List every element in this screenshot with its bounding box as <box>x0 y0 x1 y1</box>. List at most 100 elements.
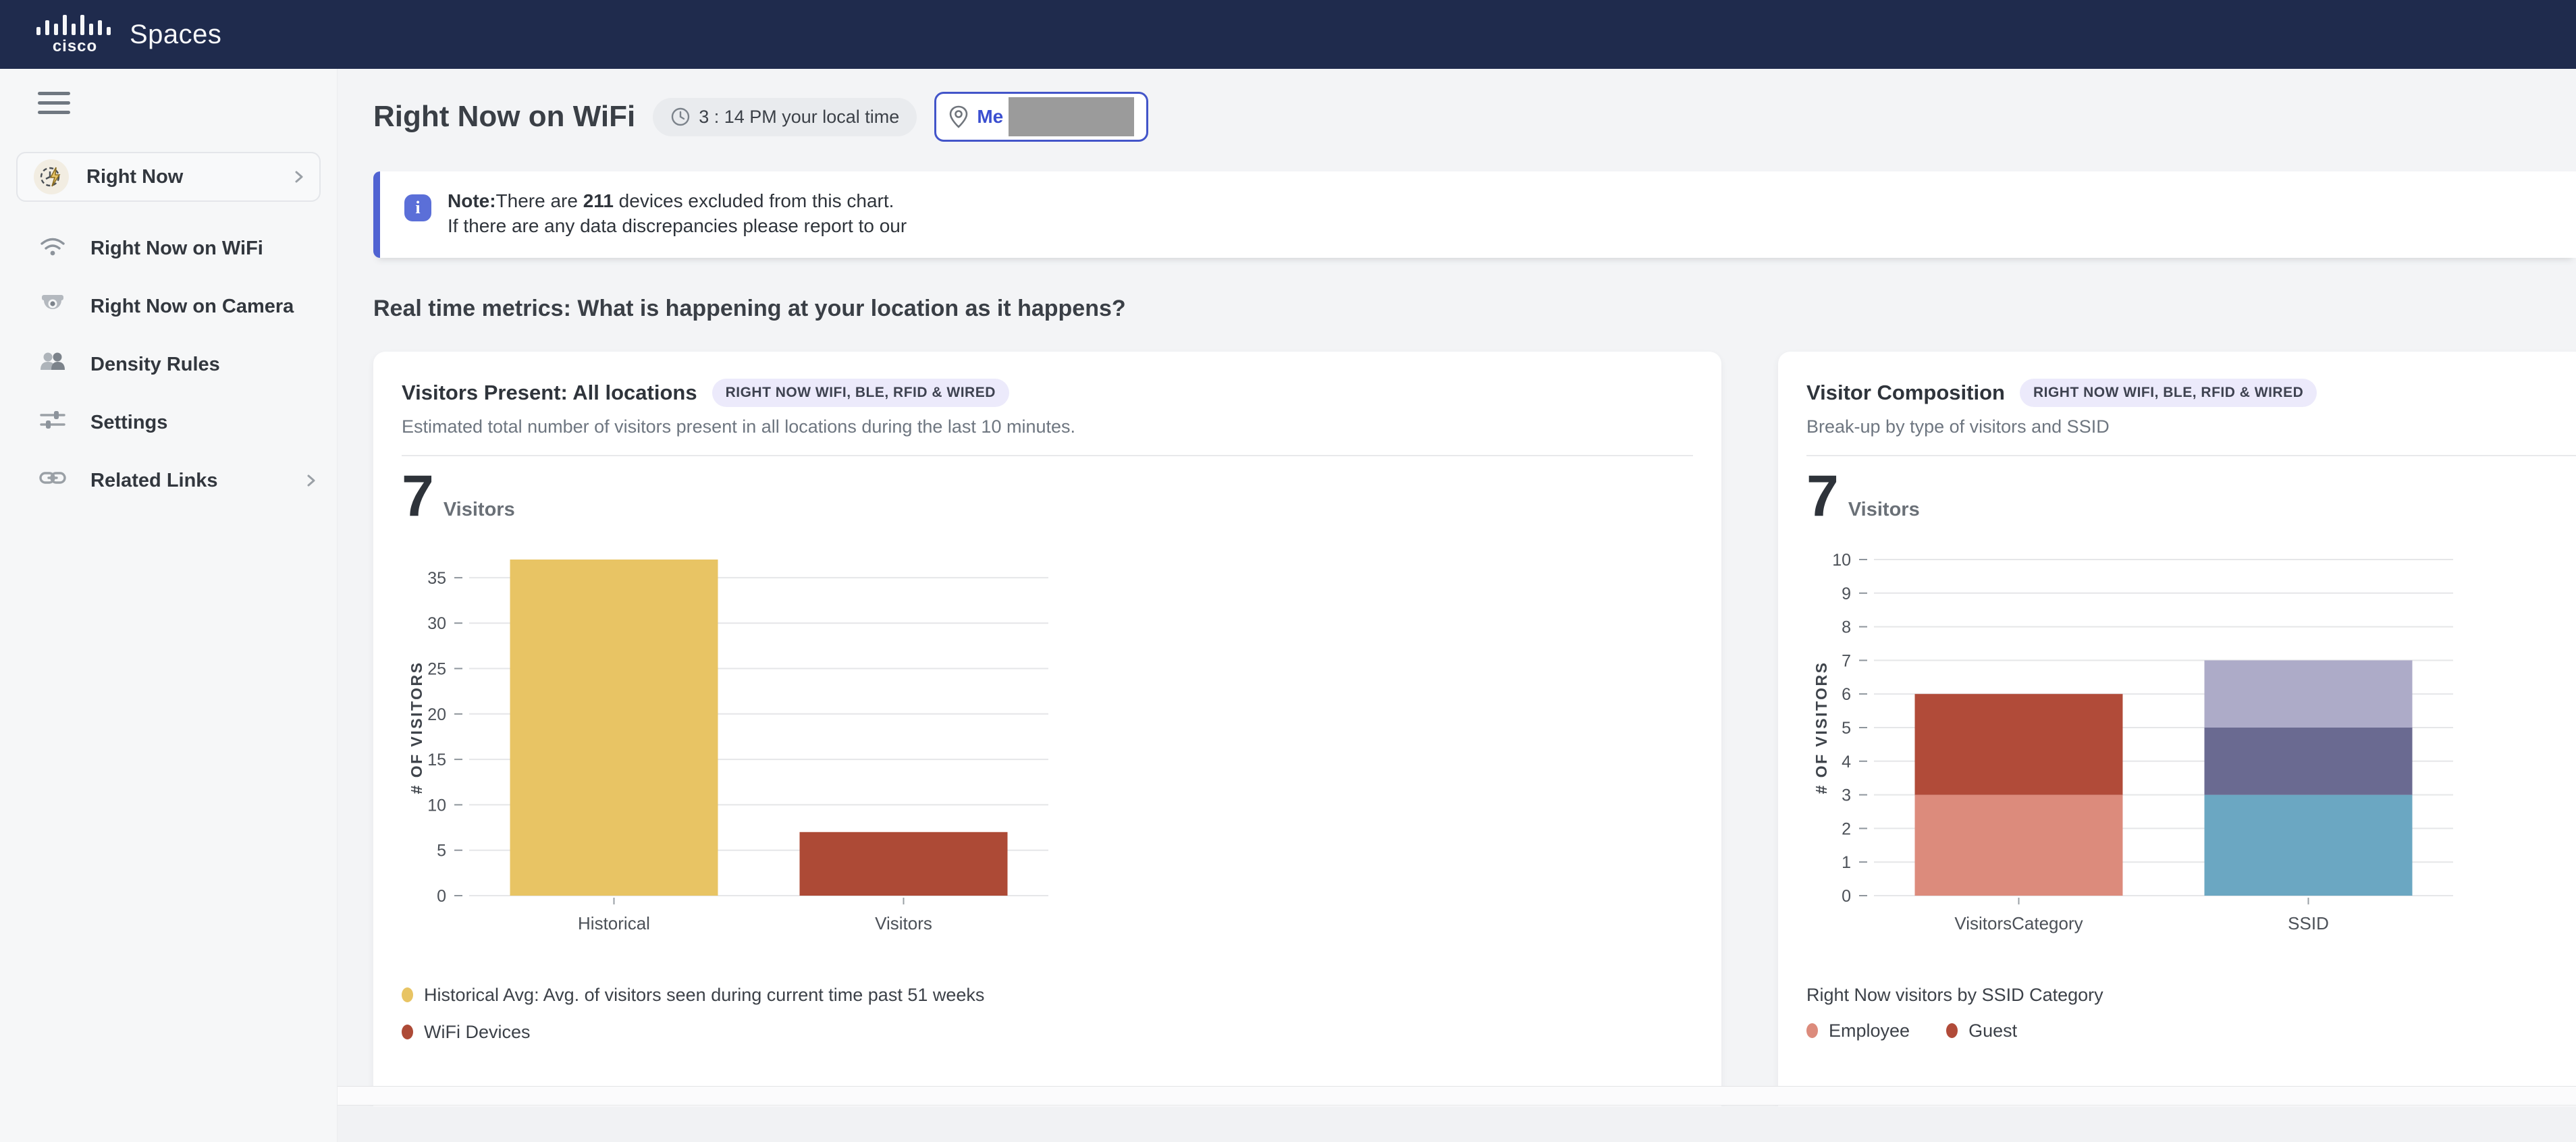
metric-label: Visitors <box>444 499 515 521</box>
note-line-2: If there are any data discrepancies plea… <box>448 214 907 239</box>
svg-text:0: 0 <box>437 887 446 906</box>
location-selector-button[interactable]: Me <box>934 92 1148 142</box>
sidebar-item-label: Right Now on WiFi <box>90 238 318 260</box>
visitors-metric: 7 Visitors <box>402 464 1693 528</box>
camera-icon <box>38 289 68 324</box>
main-content: Right Now on WiFi 3 : 14 PM your local t… <box>338 69 2576 1142</box>
sidebar-item-right-now-on-camera[interactable]: Right Now on Camera <box>0 277 337 335</box>
sidebar-item-right-now-on-wifi[interactable]: Right Now on WiFi <box>0 219 337 277</box>
sidebar-item-label: Settings <box>90 412 318 434</box>
sidebar-item-related-links[interactable]: Related Links <box>0 452 337 510</box>
legend-item: Historical Avg: Avg. of visitors seen du… <box>402 985 1693 1006</box>
svg-text:1: 1 <box>1842 853 1851 872</box>
local-time-pill: 3 : 14 PM your local time <box>653 98 917 136</box>
svg-text:9: 9 <box>1842 584 1851 603</box>
svg-text:30: 30 <box>427 614 446 633</box>
visitors-metric: 7 Visitors <box>1806 464 2576 528</box>
legend-label: Guest <box>1968 1021 2017 1041</box>
svg-text:cisco: cisco <box>53 37 97 54</box>
sidebar-item-settings[interactable]: Settings <box>0 393 337 452</box>
svg-text:Visitors: Visitors <box>875 913 932 933</box>
svg-text:# OF VISITORS: # OF VISITORS <box>1813 661 1830 794</box>
visitors-present-bar-chart: 0 5 10 15 20 25 30 35 Historical Visitors # OF VIS… <box>402 546 1083 958</box>
hamburger-menu-icon[interactable] <box>38 92 70 114</box>
svg-text:15: 15 <box>427 751 446 769</box>
clock-bolt-icon <box>34 159 69 194</box>
svg-text:4: 4 <box>1842 752 1851 771</box>
horizontal-scroll-track[interactable] <box>338 1086 2576 1106</box>
sliders-icon <box>38 405 68 440</box>
svg-text:8: 8 <box>1842 618 1851 636</box>
legend-dot-guest <box>1946 1023 1958 1038</box>
svg-text:0: 0 <box>1842 887 1851 906</box>
clock-icon <box>670 107 691 127</box>
cisco-logo-icon: cisco <box>35 12 115 57</box>
legend-item: Employee <box>1806 1021 1910 1041</box>
svg-text:10: 10 <box>427 796 446 815</box>
card-title: Visitor Composition <box>1806 381 2005 405</box>
info-icon: i <box>404 194 431 221</box>
legend-label: Historical Avg: Avg. of visitors seen du… <box>424 985 984 1006</box>
svg-text:5: 5 <box>437 841 446 860</box>
location-name-prefix: Me <box>977 106 1003 128</box>
note-banner: i Note:There are 211 devices excluded fr… <box>373 171 2576 258</box>
people-icon <box>38 347 68 382</box>
card-title: Visitors Present: All locations <box>402 381 697 405</box>
chart-legend: Historical Avg: Avg. of visitors seen du… <box>402 985 1693 1043</box>
page-bottom-background <box>338 1106 2576 1142</box>
svg-text:2: 2 <box>1842 819 1851 838</box>
source-badge: RIGHT NOW WIFI, BLE, RFID & WIRED <box>2020 379 2317 407</box>
legend-item: Guest <box>1946 1021 2017 1041</box>
chevron-right-icon <box>304 474 318 487</box>
legend-item: WiFi Devices <box>402 1022 1693 1043</box>
visitors-present-card: Visitors Present: All locations RIGHT NO… <box>373 352 1721 1121</box>
svg-text:20: 20 <box>427 705 446 724</box>
card-subtitle: Estimated total number of visitors prese… <box>402 416 1693 437</box>
svg-text:10: 10 <box>1832 551 1851 570</box>
svg-text:SSID: SSID <box>2288 913 2329 933</box>
svg-text:6: 6 <box>1842 685 1851 704</box>
source-badge: RIGHT NOW WIFI, BLE, RFID & WIRED <box>712 379 1009 407</box>
svg-text:Historical: Historical <box>578 913 650 933</box>
svg-text:VisitorsCategory: VisitorsCategory <box>1954 913 2083 933</box>
visitor-composition-card: Visitor Composition RIGHT NOW WIFI, BLE,… <box>1778 352 2576 1121</box>
svg-text:25: 25 <box>427 659 446 678</box>
legend-dot-employee <box>1806 1023 1818 1038</box>
sidebar-item-label: Right Now <box>86 166 292 188</box>
legend-dot-wifi-devices <box>402 1025 413 1039</box>
legend-title: Right Now visitors by SSID Category <box>1806 985 2576 1006</box>
svg-text:35: 35 <box>427 568 446 587</box>
location-pin-icon <box>948 105 969 128</box>
metric-label: Visitors <box>1848 499 1920 521</box>
sidebar-item-label: Related Links <box>90 470 304 492</box>
section-heading: Real time metrics: What is happening at … <box>373 296 2576 322</box>
metric-value: 7 <box>1806 464 1839 528</box>
legend-dot-historical <box>402 987 413 1002</box>
note-line-1: Note:There are 211 devices excluded from… <box>448 189 907 214</box>
wifi-icon <box>38 231 68 266</box>
sidebar-item-label: Density Rules <box>90 354 318 376</box>
legend-label: WiFi Devices <box>424 1022 531 1043</box>
svg-text:7: 7 <box>1842 651 1851 670</box>
visitor-composition-stacked-bar-chart: 0 1 2 3 4 5 6 7 8 9 10 VisitorsCategory SSID # OF VIS… <box>1806 546 2488 958</box>
divider <box>402 455 1693 456</box>
legend-label: Employee <box>1829 1021 1910 1041</box>
link-icon <box>38 463 68 498</box>
brand-name: Spaces <box>130 20 221 50</box>
sidebar-item-right-now[interactable]: Right Now <box>16 152 321 202</box>
divider <box>1806 455 2576 456</box>
chart-legend: Right Now visitors by SSID Category Empl… <box>1806 985 2576 1041</box>
sidebar-item-label: Right Now on Camera <box>90 296 318 318</box>
top-navbar: cisco Spaces <box>0 0 2576 69</box>
sidebar-item-density-rules[interactable]: Density Rules <box>0 335 337 393</box>
page-title: Right Now on WiFi <box>373 100 635 134</box>
card-subtitle: Break-up by type of visitors and SSID <box>1806 416 2576 437</box>
sidebar: Right Now Right Now on WiFi <box>0 69 338 1142</box>
redacted-location-block <box>1009 97 1134 136</box>
svg-text:5: 5 <box>1842 719 1851 738</box>
chevron-right-icon <box>292 170 306 184</box>
svg-text:3: 3 <box>1842 786 1851 805</box>
metric-value: 7 <box>402 464 434 528</box>
local-time-text: 3 : 14 PM your local time <box>699 107 899 128</box>
svg-text:# OF VISITORS: # OF VISITORS <box>408 661 425 794</box>
